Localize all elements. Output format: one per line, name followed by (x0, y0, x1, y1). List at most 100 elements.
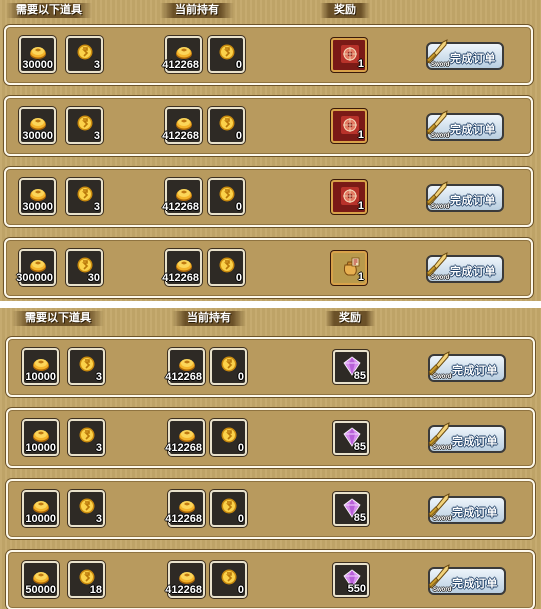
reward-qty: 85 (353, 441, 366, 453)
sword-icon (427, 563, 451, 589)
required-gold-qty: 10000 (25, 513, 56, 525)
coin-token-icon (218, 115, 236, 131)
required-token-qty: 18 (89, 584, 102, 596)
required-gold-slot[interactable]: 10000 (22, 348, 59, 385)
complete-order-button[interactable]: 完成订单 Sword (428, 354, 506, 382)
panel-header: 需要以下道具 当前持有 奖励 (0, 308, 541, 330)
owned-token-slot[interactable]: 0 (208, 249, 245, 286)
owned-token-qty: 0 (235, 272, 242, 284)
owned-gold-qty: 412268 (165, 513, 202, 525)
required-gold-slot[interactable]: 30000 (19, 107, 56, 144)
complete-order-label: 完成订单 (452, 507, 498, 519)
required-token-slot[interactable]: 18 (68, 561, 105, 598)
owned-token-slot[interactable]: 0 (208, 178, 245, 215)
complete-order-label: 完成订单 (452, 365, 498, 377)
reward-qty: 1 (357, 271, 364, 283)
owned-gold-qty: 412268 (162, 130, 199, 142)
reward-slot[interactable]: 1 (331, 180, 367, 214)
order-row: 30000 3 412268 0 1 完成订单 Sword (4, 96, 533, 156)
required-gold-slot[interactable]: 30000 (19, 178, 56, 215)
required-gold-slot[interactable]: 300000 (16, 249, 56, 286)
owned-gold-slot[interactable]: 412268 (165, 348, 205, 385)
required-gold-slot[interactable]: 50000 (22, 561, 59, 598)
owned-token-slot[interactable]: 0 (210, 419, 247, 456)
owned-token-qty: 0 (237, 584, 244, 596)
complete-order-button[interactable]: 完成订单 Sword (428, 567, 506, 595)
gold-coins-icon (29, 44, 47, 60)
reward-qty: 85 (353, 370, 366, 382)
owned-token-qty: 0 (235, 59, 242, 71)
sword-icon (425, 180, 449, 206)
owned-token-qty: 0 (237, 442, 244, 454)
complete-order-button[interactable]: 完成订单 Sword (426, 113, 504, 141)
reward-slot[interactable]: 1 (331, 109, 367, 143)
complete-order-label: 完成订单 (452, 436, 498, 448)
gold-coins-icon (175, 115, 193, 131)
coin-token-icon (220, 498, 238, 514)
required-gold-slot[interactable]: 30000 (19, 36, 56, 73)
required-gold-slot[interactable]: 10000 (22, 490, 59, 527)
coin-token-icon (218, 44, 236, 60)
owned-gold-slot[interactable]: 412268 (165, 561, 205, 598)
required-token-slot[interactable]: 3 (68, 490, 105, 527)
coin-token-icon (220, 569, 238, 585)
reward-slot[interactable]: 550 (333, 563, 369, 597)
coin-token-icon (76, 257, 94, 273)
required-gold-qty: 10000 (25, 442, 56, 454)
sword-caption: Sword (433, 374, 452, 380)
owned-gold-slot[interactable]: 412268 (165, 419, 205, 456)
sword-caption: Sword (431, 62, 450, 68)
owned-gold-slot[interactable]: 412268 (162, 107, 202, 144)
owned-token-slot[interactable]: 0 (208, 36, 245, 73)
reward-qty: 1 (357, 129, 364, 141)
sword-icon (425, 38, 449, 64)
complete-order-button[interactable]: 完成订单 Sword (426, 184, 504, 212)
required-token-slot[interactable]: 3 (66, 107, 103, 144)
required-token-slot[interactable]: 30 (66, 249, 103, 286)
required-gold-qty: 10000 (25, 371, 56, 383)
reward-slot[interactable]: 85 (333, 421, 369, 455)
gold-coins-icon (175, 257, 193, 273)
owned-gold-slot[interactable]: 412268 (162, 36, 202, 73)
required-gold-qty: 300000 (16, 272, 53, 284)
order-row: 50000 18 412268 0 550 完成订单 Sword (6, 550, 535, 609)
required-token-slot[interactable]: 3 (68, 348, 105, 385)
reward-slot[interactable]: 1 (331, 251, 367, 285)
gold-coins-icon (175, 186, 193, 202)
gold-coins-icon (32, 427, 50, 443)
owned-token-slot[interactable]: 0 (210, 561, 247, 598)
complete-order-button[interactable]: 完成订单 Sword (426, 42, 504, 70)
reward-slot[interactable]: 1 (331, 38, 367, 72)
complete-order-label: 完成订单 (450, 124, 496, 136)
required-token-slot[interactable]: 3 (68, 419, 105, 456)
owned-items-header: 当前持有 (172, 311, 246, 326)
reward-slot[interactable]: 85 (333, 492, 369, 526)
coin-token-icon (78, 498, 96, 514)
owned-token-slot[interactable]: 0 (208, 107, 245, 144)
owned-gold-slot[interactable]: 412268 (162, 178, 202, 215)
reward-slot[interactable]: 85 (333, 350, 369, 384)
sword-icon (427, 421, 451, 447)
gold-coins-icon (178, 569, 196, 585)
required-token-slot[interactable]: 3 (66, 36, 103, 73)
required-token-qty: 3 (93, 201, 100, 213)
sword-caption: Sword (433, 516, 452, 522)
owned-gold-slot[interactable]: 412268 (165, 490, 205, 527)
owned-token-slot[interactable]: 0 (210, 348, 247, 385)
required-items-header: 需要以下道具 (6, 3, 92, 18)
owned-gold-slot[interactable]: 412268 (162, 249, 202, 286)
reward-qty: 1 (357, 58, 364, 70)
required-token-qty: 3 (95, 371, 102, 383)
required-token-slot[interactable]: 3 (66, 178, 103, 215)
gold-coins-icon (178, 427, 196, 443)
complete-order-button[interactable]: 完成订单 Sword (426, 255, 504, 283)
complete-order-button[interactable]: 完成订单 Sword (428, 496, 506, 524)
owned-gold-qty: 412268 (162, 272, 199, 284)
complete-order-button[interactable]: 完成订单 Sword (428, 425, 506, 453)
sword-caption: Sword (433, 445, 452, 451)
sword-caption: Sword (431, 133, 450, 139)
owned-token-slot[interactable]: 0 (210, 490, 247, 527)
required-gold-slot[interactable]: 10000 (22, 419, 59, 456)
reward-qty: 85 (353, 512, 366, 524)
sword-icon (427, 492, 451, 518)
